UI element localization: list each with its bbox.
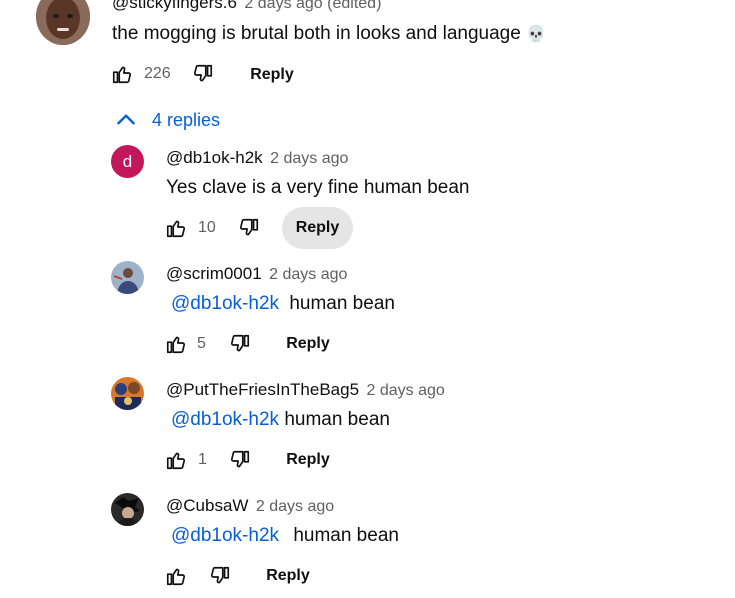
skull-emoji: 💀 xyxy=(526,26,546,43)
chevron-up-icon xyxy=(117,114,135,125)
person-avatar-icon xyxy=(111,261,144,294)
reply-avatar[interactable] xyxy=(111,377,144,410)
reply-handle[interactable]: @db1ok-h2k xyxy=(166,148,263,167)
top-comment-text: the mogging is brutal both in looks and … xyxy=(112,23,521,44)
reply-dislike-button[interactable] xyxy=(225,329,255,359)
reply-reply-button[interactable]: Reply xyxy=(282,207,353,249)
top-comment-avatar[interactable] xyxy=(36,0,90,45)
reply-like-count: 1 xyxy=(198,451,207,468)
top-comment-like-count: 226 xyxy=(144,65,171,82)
thumbs-down-icon xyxy=(239,218,259,236)
reply-text: human bean xyxy=(289,293,395,314)
top-comment-like-button[interactable] xyxy=(107,59,137,89)
thumbs-down-icon xyxy=(210,566,230,584)
thumbs-down-icon xyxy=(230,450,250,468)
mention-link[interactable]: @db1ok-h2k xyxy=(171,409,279,430)
reply-text: Yes clave is a very fine human bean xyxy=(166,177,470,198)
reply-like-count: 10 xyxy=(198,219,216,236)
replies-count-label: 4 replies xyxy=(152,109,221,130)
reply-like-button[interactable] xyxy=(161,329,191,359)
reply-header: @CubsaW 2 days ago xyxy=(166,496,334,516)
top-comment-handle[interactable]: @stickyfingers.6 xyxy=(112,0,237,12)
reply-reply-button[interactable]: Reply xyxy=(253,555,323,597)
mention-link[interactable]: @db1ok-h2k xyxy=(171,293,279,314)
thumbs-up-icon xyxy=(166,336,186,354)
reply-text-row: @db1ok-h2k human bean xyxy=(171,525,399,547)
reply-text-row: @db1ok-h2k human bean xyxy=(171,293,395,315)
reply-avatar[interactable] xyxy=(111,261,144,294)
top-comment-time[interactable]: 2 days ago (edited) xyxy=(244,0,381,12)
reply-like-button[interactable] xyxy=(161,213,191,243)
reply-header: @PutTheFriesInTheBag5 2 days ago xyxy=(166,380,445,400)
reply-reply-button[interactable]: Reply xyxy=(273,439,343,481)
reply-text: human bean xyxy=(284,409,390,430)
reply-dislike-button[interactable] xyxy=(225,445,255,475)
reply-header: @db1ok-h2k 2 days ago xyxy=(166,148,348,168)
person-avatar-icon xyxy=(36,0,90,45)
reply-avatar[interactable]: d xyxy=(111,145,144,178)
reply-text: human bean xyxy=(293,525,399,546)
replies-toggle-button[interactable]: 4 replies xyxy=(113,104,220,136)
reply-like-button[interactable] xyxy=(161,445,191,475)
person-avatar-icon xyxy=(111,493,144,526)
top-comment-header: @stickyfingers.6 2 days ago (edited) xyxy=(112,0,381,13)
reply-time[interactable]: 2 days ago xyxy=(366,382,444,399)
thumbs-down-icon xyxy=(230,334,250,352)
reply-time[interactable]: 2 days ago xyxy=(270,150,348,167)
reply-time[interactable]: 2 days ago xyxy=(269,266,347,283)
thumbs-up-icon xyxy=(166,220,186,238)
thumbs-up-icon xyxy=(166,568,186,586)
reply-handle[interactable]: @PutTheFriesInTheBag5 xyxy=(166,380,359,399)
reply-header: @scrim0001 2 days ago xyxy=(166,264,347,284)
reply-dislike-button[interactable] xyxy=(205,561,235,591)
thumbs-up-icon xyxy=(166,452,186,470)
reply-text-row: @db1ok-h2k human bean xyxy=(171,409,390,431)
avatar-letter: d xyxy=(122,151,133,171)
top-comment-reply-button[interactable]: Reply xyxy=(237,54,307,96)
reply-handle[interactable]: @CubsaW xyxy=(166,496,248,515)
reply-avatar[interactable] xyxy=(111,493,144,526)
reply-like-count: 5 xyxy=(197,335,206,352)
thumbs-down-icon xyxy=(193,64,213,82)
person-avatar-icon xyxy=(111,377,144,410)
thumbs-up-icon xyxy=(112,66,132,84)
top-comment-text-row: the mogging is brutal both in looks and … xyxy=(112,23,546,45)
mention-link[interactable]: @db1ok-h2k xyxy=(171,525,279,546)
reply-like-button[interactable] xyxy=(161,561,191,591)
reply-handle[interactable]: @scrim0001 xyxy=(166,264,262,283)
reply-reply-button[interactable]: Reply xyxy=(273,323,343,365)
top-comment-dislike-button[interactable] xyxy=(188,59,218,89)
reply-dislike-button[interactable] xyxy=(234,213,264,243)
reply-time[interactable]: 2 days ago xyxy=(256,498,334,515)
